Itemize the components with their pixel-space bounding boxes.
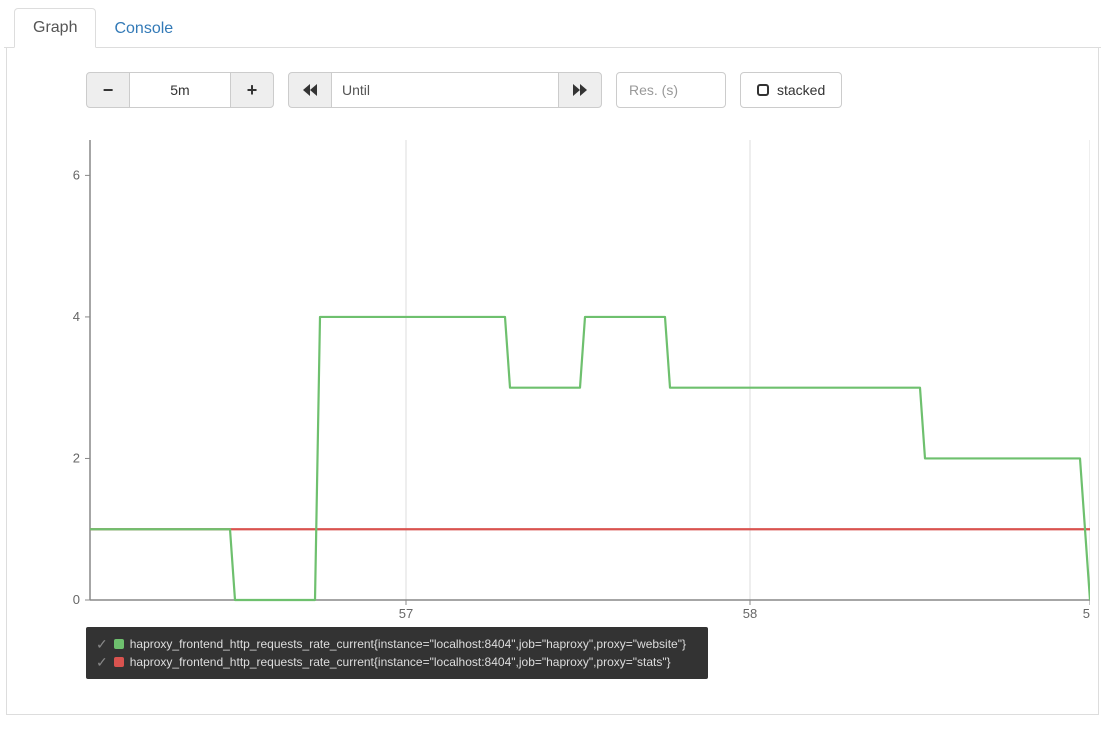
legend-swatch [114,639,124,649]
svg-text:58: 58 [743,606,757,621]
legend-label: haproxy_frontend_http_requests_rate_curr… [130,635,686,653]
tab-graph[interactable]: Graph [14,8,96,48]
chart-svg: 0 2 4 6 57 58 59 [60,130,1090,630]
chart: 0 2 4 6 57 58 59 [60,130,1090,630]
svg-text:6: 6 [73,167,80,182]
legend-label: haproxy_frontend_http_requests_rate_curr… [130,653,671,671]
legend-item[interactable]: ✓ haproxy_frontend_http_requests_rate_cu… [96,653,696,671]
check-icon: ✓ [96,635,108,653]
prometheus-graph-panel: { "tabs": { "graph": "Graph", "console":… [0,0,1105,729]
tab-console[interactable]: Console [96,10,191,48]
legend-swatch [114,657,124,667]
svg-text:4: 4 [73,309,80,324]
svg-text:57: 57 [399,606,413,621]
tabs-bar: Graph Console [4,4,1101,48]
tab-console-label: Console [114,20,173,37]
legend-item[interactable]: ✓ haproxy_frontend_http_requests_rate_cu… [96,635,696,653]
svg-text:2: 2 [73,450,80,465]
svg-text:0: 0 [73,592,80,607]
legend: ✓ haproxy_frontend_http_requests_rate_cu… [86,627,708,679]
svg-text:59: 59 [1083,606,1090,621]
check-icon: ✓ [96,653,108,671]
tab-graph-label: Graph [33,19,77,36]
